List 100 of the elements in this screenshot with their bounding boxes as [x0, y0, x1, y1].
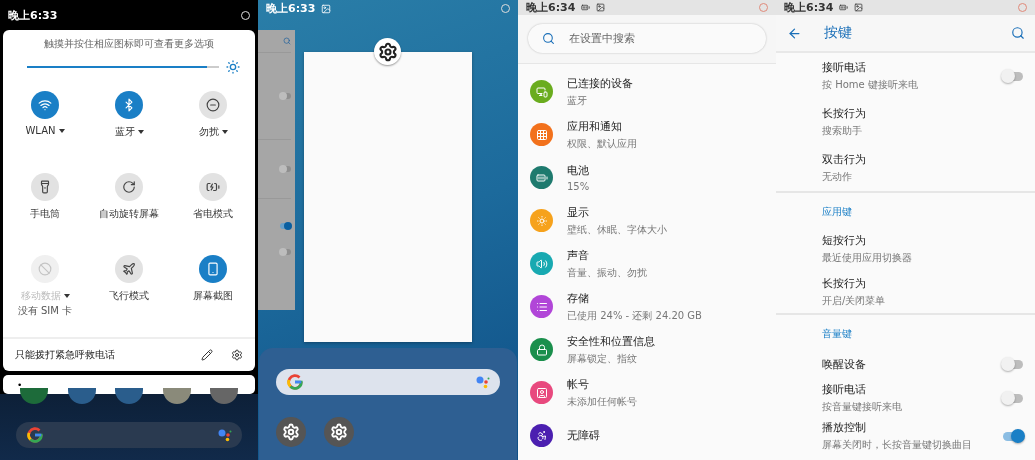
app-icon[interactable] — [67, 388, 96, 404]
item-subtitle: 最近使用应用切换器 — [822, 250, 913, 265]
quick-tile-button[interactable] — [115, 255, 143, 283]
search-field[interactable]: 在设置中搜索 — [528, 24, 766, 53]
item-subtitle: 按音量键接听来电 — [822, 400, 903, 414]
airplane-icon — [122, 262, 136, 276]
setting-row[interactable]: 长按行为 开启/关闭菜单 — [776, 270, 1035, 313]
edit-icon[interactable] — [201, 349, 213, 361]
item-title: 短按行为 — [822, 232, 867, 248]
battery-icon — [535, 171, 548, 184]
battery-icon — [206, 180, 220, 194]
setting-row[interactable]: 播放控制 屏幕关闭时，长按音量键切换曲目 — [776, 417, 1035, 455]
minus-circle-icon — [206, 98, 220, 112]
dropdown-caret-icon[interactable] — [58, 128, 65, 133]
auto-brightness-icon[interactable] — [225, 59, 241, 75]
search-icon — [283, 37, 291, 45]
google-search-bar[interactable] — [276, 369, 500, 395]
settings-app-icon[interactable] — [276, 417, 306, 447]
setting-row[interactable]: 唤醒设备 — [776, 349, 1035, 379]
item-title: 电池 — [567, 163, 590, 178]
settings-item[interactable]: 无障碍 — [518, 414, 776, 457]
item-subtitle: 开启/关闭菜单 — [822, 293, 887, 308]
speaker-icon — [535, 257, 548, 270]
setting-row[interactable]: 短按行为 最近使用应用切换器 — [776, 227, 1035, 270]
item-title: 接听电话 — [822, 382, 867, 397]
item-subtitle: 已使用 24% - 还剩 24.20 GB — [567, 308, 702, 323]
toggle-switch[interactable] — [1003, 359, 1023, 369]
grid-icon — [535, 128, 548, 141]
google-logo-icon — [26, 426, 44, 444]
item-title: 接听电话 — [822, 60, 867, 75]
rotate-icon — [122, 180, 136, 194]
item-title: 双击行为 — [822, 152, 867, 167]
item-title: 声音 — [567, 247, 590, 263]
settings-item[interactable]: 帐号 未添加任何帐号 — [518, 371, 776, 414]
image-icon — [854, 3, 864, 12]
quick-tile-button[interactable] — [199, 91, 227, 119]
item-subtitle: 未添加任何帐号 — [567, 394, 637, 409]
settings-item[interactable]: 电池 15% — [518, 156, 776, 199]
toggle-switch[interactable] — [280, 249, 291, 255]
quick-tile-button[interactable] — [31, 91, 59, 119]
status-time: 晚上6:33 — [8, 7, 58, 23]
settings-app-icon[interactable] — [324, 417, 354, 447]
item-subtitle: 音量、振动、勿扰 — [567, 265, 647, 280]
dropdown-caret-icon[interactable] — [137, 130, 144, 134]
accessibility-icon — [535, 429, 548, 442]
hint-text: 触摸并按住相应图标即可查看更多选项 — [43, 37, 215, 51]
lock-icon — [535, 343, 548, 356]
phone-icon — [206, 262, 220, 276]
item-title: 帐号 — [567, 376, 590, 392]
settings-icon[interactable] — [231, 349, 243, 361]
item-title: 播放控制 — [822, 420, 867, 435]
account-icon — [535, 386, 548, 399]
tile-label: WLAN — [25, 125, 56, 136]
toggle-switch[interactable] — [280, 166, 291, 172]
tile-label: 省电模式 — [193, 207, 233, 221]
battery-icon — [839, 3, 849, 12]
app-icon[interactable] — [210, 388, 238, 404]
item-subtitle: 屏幕关闭时，长按音量键切换曲目 — [822, 438, 973, 452]
settings-item[interactable]: 显示 壁纸、休眠、字体大小 — [518, 199, 776, 242]
setting-row[interactable]: 接听电话 按 Home 键接听来电 — [776, 53, 1035, 99]
toggle-switch[interactable] — [280, 223, 291, 229]
tile-sublabel: 没有 SIM 卡 — [17, 304, 73, 318]
quick-tile-button[interactable] — [31, 173, 59, 201]
toggle-switch[interactable] — [1003, 393, 1023, 403]
settings-item[interactable]: 声音 音量、振动、勿扰 — [518, 242, 776, 285]
quick-tile-button[interactable] — [199, 173, 227, 201]
back-icon[interactable] — [787, 25, 802, 41]
item-title: 应用和通知 — [567, 118, 623, 134]
item-subtitle: 屏幕锁定、指纹 — [567, 351, 638, 366]
quick-tile-button[interactable] — [115, 91, 143, 119]
page-title: 按键 — [824, 24, 853, 42]
item-subtitle: 壁纸、休眠、字体大小 — [567, 222, 667, 237]
status-time: 晚上6:33 — [266, 1, 316, 16]
google-search-bar[interactable] — [16, 422, 242, 448]
toggle-switch[interactable] — [1003, 71, 1023, 81]
tile-label: 手电筒 — [30, 207, 60, 221]
settings-item[interactable]: 安全性和位置信息 屏幕锁定、指纹 — [518, 328, 776, 371]
toggle-switch[interactable] — [1003, 431, 1023, 441]
section-header: 应用键 — [821, 205, 853, 219]
quick-tile-button[interactable] — [199, 255, 227, 283]
item-subtitle: 搜索助手 — [822, 124, 863, 138]
item-title: 长按行为 — [822, 106, 867, 121]
brightness-icon — [535, 214, 548, 227]
tile-label: 屏幕截图 — [193, 289, 233, 303]
status-time: 晚上6:34 — [784, 0, 834, 15]
app-icon[interactable] — [162, 388, 191, 404]
flashlight-icon — [38, 180, 52, 194]
setting-row[interactable]: 双击行为 无动作 — [776, 145, 1035, 191]
setting-row[interactable]: 长按行为 搜索助手 — [776, 99, 1035, 145]
item-subtitle: 蓝牙 — [567, 93, 588, 108]
setting-row[interactable]: 接听电话 按音量键接听来电 — [776, 379, 1035, 417]
tile-label: 飞行模式 — [109, 289, 149, 303]
settings-item[interactable]: 已连接的设备 蓝牙 — [518, 70, 776, 113]
toggle-switch[interactable] — [280, 93, 291, 99]
search-icon[interactable] — [1011, 26, 1025, 40]
settings-item[interactable]: 存储 已使用 24% - 还剩 24.20 GB — [518, 285, 776, 328]
dropdown-caret-icon[interactable] — [221, 130, 228, 134]
settings-item[interactable]: 应用和通知 权限、默认应用 — [518, 113, 776, 156]
battery-icon — [581, 3, 591, 12]
quick-tile-button[interactable] — [115, 173, 143, 201]
